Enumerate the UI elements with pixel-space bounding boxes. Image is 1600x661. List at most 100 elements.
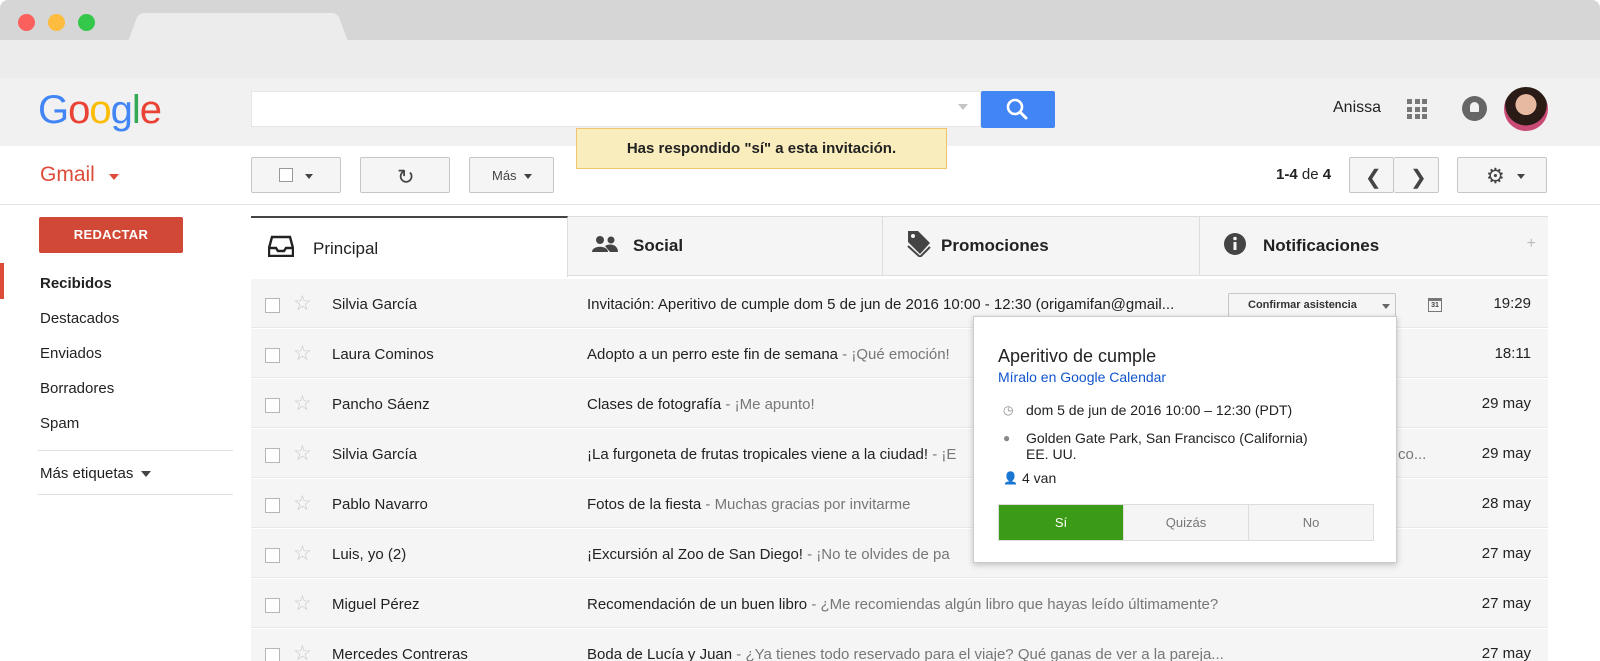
star-icon[interactable]: ☆ bbox=[293, 291, 312, 316]
chevron-right-icon: ❯ bbox=[1410, 167, 1427, 189]
rsvp-maybe-button[interactable]: Quizás bbox=[1123, 505, 1248, 540]
email-sender: Silvia García bbox=[332, 446, 418, 463]
checkbox-icon bbox=[279, 168, 293, 182]
close-window-button[interactable] bbox=[18, 14, 35, 31]
email-subject: Fotos de la fiesta - Muchas gracias por … bbox=[587, 496, 911, 513]
page-range: 1-4 bbox=[1276, 166, 1298, 183]
row-checkbox[interactable] bbox=[265, 498, 280, 513]
more-actions-button[interactable]: Más bbox=[469, 157, 554, 193]
email-date: 27 may bbox=[1481, 545, 1531, 562]
refresh-icon: ↻ bbox=[397, 166, 415, 189]
notifications-bell-icon[interactable] bbox=[1462, 96, 1487, 121]
gmail-app-switcher[interactable]: Gmail bbox=[40, 163, 95, 187]
clock-icon: ◷ bbox=[1003, 403, 1014, 417]
email-sender: Luis, yo (2) bbox=[332, 546, 407, 563]
logo-letter: o bbox=[68, 88, 90, 132]
page-total: 4 bbox=[1322, 166, 1332, 183]
email-subject: Invitación: Aperitivo de cumple dom 5 de… bbox=[587, 296, 1175, 313]
settings-button[interactable]: ⚙ bbox=[1457, 157, 1547, 193]
row-checkbox[interactable] bbox=[265, 598, 280, 613]
row-checkbox[interactable] bbox=[265, 398, 280, 413]
row-checkbox[interactable] bbox=[265, 298, 280, 313]
sidebar-item-spam[interactable]: Spam bbox=[40, 415, 79, 432]
email-snippet: - ¡Me apunto! bbox=[721, 396, 815, 413]
tag-icon bbox=[907, 231, 931, 257]
email-subject: ¡La furgoneta de frutas tropicales viene… bbox=[587, 446, 957, 463]
rsvp-button[interactable]: Confirmar asistencia bbox=[1228, 293, 1396, 317]
email-date: 27 may bbox=[1481, 595, 1531, 612]
star-icon[interactable]: ☆ bbox=[293, 491, 312, 516]
email-sender: Mercedes Contreras bbox=[332, 646, 468, 661]
event-guests[interactable]: 4 van bbox=[1022, 470, 1056, 486]
google-logo[interactable]: Google bbox=[38, 88, 162, 133]
zoom-window-button[interactable] bbox=[78, 14, 95, 31]
logo-letter: l bbox=[131, 88, 141, 132]
sidebar-item-inbox[interactable]: Recibidos bbox=[40, 275, 112, 292]
calendar-icon[interactable]: 31 bbox=[1428, 298, 1442, 312]
email-snippet: - Muchas gracias por invitarme bbox=[701, 496, 911, 513]
location-pin-icon: ● bbox=[1003, 431, 1011, 445]
search-input[interactable] bbox=[251, 91, 981, 127]
search-options-caret-icon[interactable] bbox=[958, 104, 968, 110]
chevron-down-icon bbox=[524, 174, 532, 179]
row-checkbox[interactable] bbox=[265, 648, 280, 661]
divider bbox=[0, 204, 1600, 205]
email-subject: Recomendación de un buen libro - ¿Me rec… bbox=[587, 596, 1219, 613]
row-checkbox[interactable] bbox=[265, 548, 280, 563]
compose-button[interactable]: REDACTAR bbox=[39, 217, 183, 253]
email-subject: Boda de Lucía y Juan - ¿Ya tienes todo r… bbox=[587, 646, 1224, 661]
gear-icon: ⚙ bbox=[1486, 165, 1505, 188]
tab-primary[interactable]: Principal bbox=[251, 216, 568, 277]
event-time: dom 5 de jun de 2016 10:00 – 12:30 (PDT) bbox=[1026, 402, 1293, 418]
star-icon[interactable]: ☆ bbox=[293, 641, 312, 661]
star-icon[interactable]: ☆ bbox=[293, 541, 312, 566]
email-date: 19:29 bbox=[1493, 295, 1531, 312]
add-tab-icon[interactable]: + bbox=[1527, 235, 1536, 253]
older-button[interactable]: ❯ bbox=[1394, 157, 1439, 193]
sidebar-item-starred[interactable]: Destacados bbox=[40, 310, 119, 327]
newer-button[interactable]: ❮ bbox=[1349, 157, 1394, 193]
event-location: Golden Gate Park, San Francisco (Califor… bbox=[1026, 430, 1308, 462]
star-icon[interactable]: ☆ bbox=[293, 341, 312, 366]
apps-grid-icon[interactable] bbox=[1407, 99, 1427, 119]
email-snippet: - ¡Qué emoción! bbox=[838, 346, 950, 363]
avatar[interactable] bbox=[1504, 87, 1548, 131]
row-checkbox[interactable] bbox=[265, 448, 280, 463]
row-checkbox[interactable] bbox=[265, 348, 280, 363]
search-button[interactable] bbox=[981, 91, 1055, 128]
email-snippet: - ¡E bbox=[928, 446, 957, 463]
email-sender: Miguel Pérez bbox=[332, 596, 420, 613]
tab-updates[interactable]: Notificaciones bbox=[1200, 217, 1517, 275]
minimize-window-button[interactable] bbox=[48, 14, 65, 31]
chevron-down-icon[interactable] bbox=[109, 174, 119, 180]
sidebar-item-sent[interactable]: Enviados bbox=[40, 345, 102, 362]
refresh-button[interactable]: ↻ bbox=[360, 157, 450, 193]
tab-promotions[interactable]: Promociones bbox=[883, 217, 1200, 275]
email-sender: Laura Cominos bbox=[332, 346, 434, 363]
inbox-icon bbox=[268, 235, 294, 257]
divider bbox=[38, 450, 233, 451]
google-calendar-link[interactable]: Míralo en Google Calendar bbox=[998, 369, 1166, 385]
sidebar-item-drafts[interactable]: Borradores bbox=[40, 380, 114, 397]
email-date: 29 may bbox=[1481, 445, 1531, 462]
account-name[interactable]: Anissa bbox=[1333, 99, 1381, 117]
more-labels-toggle[interactable]: Más etiquetas bbox=[40, 465, 152, 482]
select-all-button[interactable] bbox=[251, 157, 341, 193]
logo-letter: e bbox=[139, 88, 162, 132]
email-row[interactable]: ☆ Mercedes Contreras Boda de Lucía y Jua… bbox=[251, 629, 1548, 661]
star-icon[interactable]: ☆ bbox=[293, 391, 312, 416]
rsvp-yes-button[interactable]: Sí bbox=[999, 505, 1123, 540]
chevron-down-icon bbox=[1517, 174, 1525, 179]
divider bbox=[38, 494, 233, 495]
star-icon[interactable]: ☆ bbox=[293, 591, 312, 616]
tab-social[interactable]: Social bbox=[568, 217, 883, 275]
more-actions-label: Más bbox=[492, 168, 517, 183]
email-date: 29 may bbox=[1481, 395, 1531, 412]
rsvp-no-button[interactable]: No bbox=[1248, 505, 1373, 540]
tab-updates-label: Notificaciones bbox=[1263, 236, 1380, 255]
email-sender: Pablo Navarro bbox=[332, 496, 428, 513]
email-row[interactable]: ☆ Miguel Pérez Recomendación de un buen … bbox=[251, 579, 1548, 628]
person-icon: 👤 bbox=[1003, 471, 1018, 485]
email-date: 27 may bbox=[1481, 645, 1531, 661]
star-icon[interactable]: ☆ bbox=[293, 441, 312, 466]
